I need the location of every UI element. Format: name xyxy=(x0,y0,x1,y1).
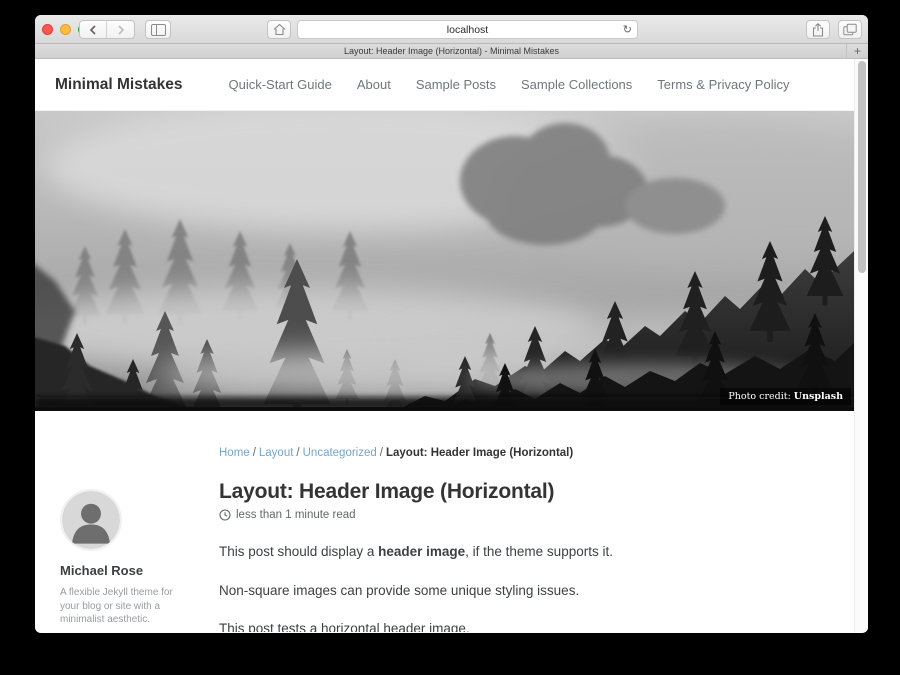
person-silhouette-icon xyxy=(62,491,120,549)
scrollbar-track[interactable] xyxy=(854,59,868,632)
avatar xyxy=(60,489,122,551)
history-nav-group xyxy=(79,20,135,39)
foggy-forest-image xyxy=(35,111,854,411)
breadcrumb-link-uncategorized[interactable]: Uncategorized xyxy=(303,447,377,459)
header-image: Photo credit: Unsplash xyxy=(35,111,854,411)
breadcrumb-separator: / xyxy=(296,447,299,459)
forward-button[interactable] xyxy=(107,21,134,38)
paragraph: This post tests a horizontal header imag… xyxy=(219,619,814,632)
refresh-icon[interactable]: ↻ xyxy=(623,21,632,38)
minimize-button[interactable] xyxy=(60,24,71,35)
paragraph: Non-square images can provide some uniqu… xyxy=(219,581,814,601)
author-sidebar: Michael Rose A flexible Jekyll theme for… xyxy=(35,411,219,632)
post: Layout: Header Image (Horizontal) less t… xyxy=(219,480,814,632)
scrollbar-thumb[interactable] xyxy=(858,61,866,273)
tabs-icon xyxy=(843,23,857,36)
photo-credit-text: Photo credit: xyxy=(728,391,793,402)
sidebar-icon xyxy=(151,24,166,36)
home-icon xyxy=(273,23,286,36)
paragraph-text: , if the theme supports it. xyxy=(465,544,613,559)
url-field[interactable]: localhost ↻ xyxy=(297,20,638,39)
read-time: less than 1 minute read xyxy=(236,509,356,521)
nav-item-quick-start-guide[interactable]: Quick-Start Guide xyxy=(229,77,332,92)
page-viewport: Minimal Mistakes Quick-Start Guide About… xyxy=(35,59,868,632)
page-title: Layout: Header Image (Horizontal) xyxy=(219,480,814,504)
photo-credit-link[interactable]: Unsplash xyxy=(794,391,843,402)
breadcrumb-current: Layout: Header Image (Horizontal) xyxy=(386,447,573,459)
tab-title[interactable]: Layout: Header Image (Horizontal) - Mini… xyxy=(344,46,559,56)
paragraph: This post should display a header image,… xyxy=(219,542,814,562)
paragraph-bold-text: header image xyxy=(378,544,465,559)
tab-overview-button[interactable] xyxy=(838,20,862,39)
breadcrumb-link-layout[interactable]: Layout xyxy=(259,447,294,459)
author-name: Michael Rose xyxy=(60,563,219,578)
share-icon xyxy=(812,23,824,37)
home-button[interactable] xyxy=(267,20,291,39)
browser-window: localhost ↻ Layout: Header Image (Horizo… xyxy=(35,15,868,633)
article-main: Home/Layout/Uncategorized/Layout: Header… xyxy=(219,411,854,632)
share-button[interactable] xyxy=(806,20,830,39)
clock-icon xyxy=(219,509,231,521)
site-title-link[interactable]: Minimal Mistakes xyxy=(55,76,183,94)
tab-bar: Layout: Header Image (Horizontal) - Mini… xyxy=(35,44,868,59)
content-row: Michael Rose A flexible Jekyll theme for… xyxy=(35,411,854,632)
nav-item-about[interactable]: About xyxy=(357,77,391,92)
close-button[interactable] xyxy=(42,24,53,35)
post-meta: less than 1 minute read xyxy=(219,509,814,521)
chevron-left-icon xyxy=(88,24,98,36)
author-bio: A flexible Jekyll theme for your blog or… xyxy=(60,586,176,627)
paragraph-text: This post should display a xyxy=(219,544,378,559)
breadcrumb-separator: / xyxy=(253,447,256,459)
site-nav: Quick-Start Guide About Sample Posts Sam… xyxy=(229,77,790,92)
masthead: Minimal Mistakes Quick-Start Guide About… xyxy=(35,59,854,111)
nav-item-sample-collections[interactable]: Sample Collections xyxy=(521,77,632,92)
new-tab-button[interactable]: + xyxy=(846,44,868,58)
sidebar-toggle-button[interactable] xyxy=(145,20,171,39)
url-text: localhost xyxy=(447,24,488,36)
nav-item-sample-posts[interactable]: Sample Posts xyxy=(416,77,496,92)
breadcrumb-separator: / xyxy=(380,447,383,459)
browser-toolbar: localhost ↻ xyxy=(35,15,868,44)
page-content: Minimal Mistakes Quick-Start Guide About… xyxy=(35,59,854,632)
chevron-right-icon xyxy=(116,24,126,36)
photo-credit: Photo credit: Unsplash xyxy=(720,388,851,405)
back-button[interactable] xyxy=(80,21,107,38)
breadcrumb-link-home[interactable]: Home xyxy=(219,447,250,459)
breadcrumb: Home/Layout/Uncategorized/Layout: Header… xyxy=(219,447,814,459)
nav-item-terms-privacy[interactable]: Terms & Privacy Policy xyxy=(657,77,789,92)
